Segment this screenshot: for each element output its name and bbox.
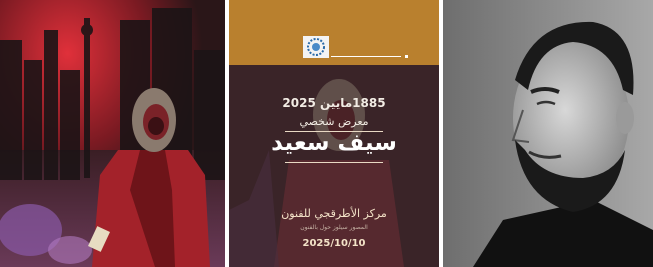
artist-portrait-panel: [443, 0, 653, 267]
painting-image: [0, 0, 225, 267]
header-underline: [331, 56, 401, 57]
exhibition-end-date: 2025/10/10: [302, 238, 366, 249]
exhibition-poster: 1885مايين 2025 معرض شخصي سيف سعيد مركز ا…: [229, 0, 439, 267]
circular-emblem-icon: [307, 38, 325, 56]
exhibition-type: معرض شخصي: [299, 115, 369, 128]
painting-panel: [0, 0, 225, 267]
divider-bottom: [285, 162, 383, 163]
exhibition-date-line: 1885مايين 2025: [282, 96, 386, 110]
artist-portrait: [443, 0, 653, 267]
artist-name: سيف سعيد: [271, 130, 397, 156]
header-dot: [405, 55, 408, 58]
venue-subtitle: المصور سيلوز حول بالفنون: [300, 224, 368, 231]
venue-name: مركز الأطرقجي للفنون: [281, 207, 387, 220]
gallery-logo: [303, 36, 329, 58]
